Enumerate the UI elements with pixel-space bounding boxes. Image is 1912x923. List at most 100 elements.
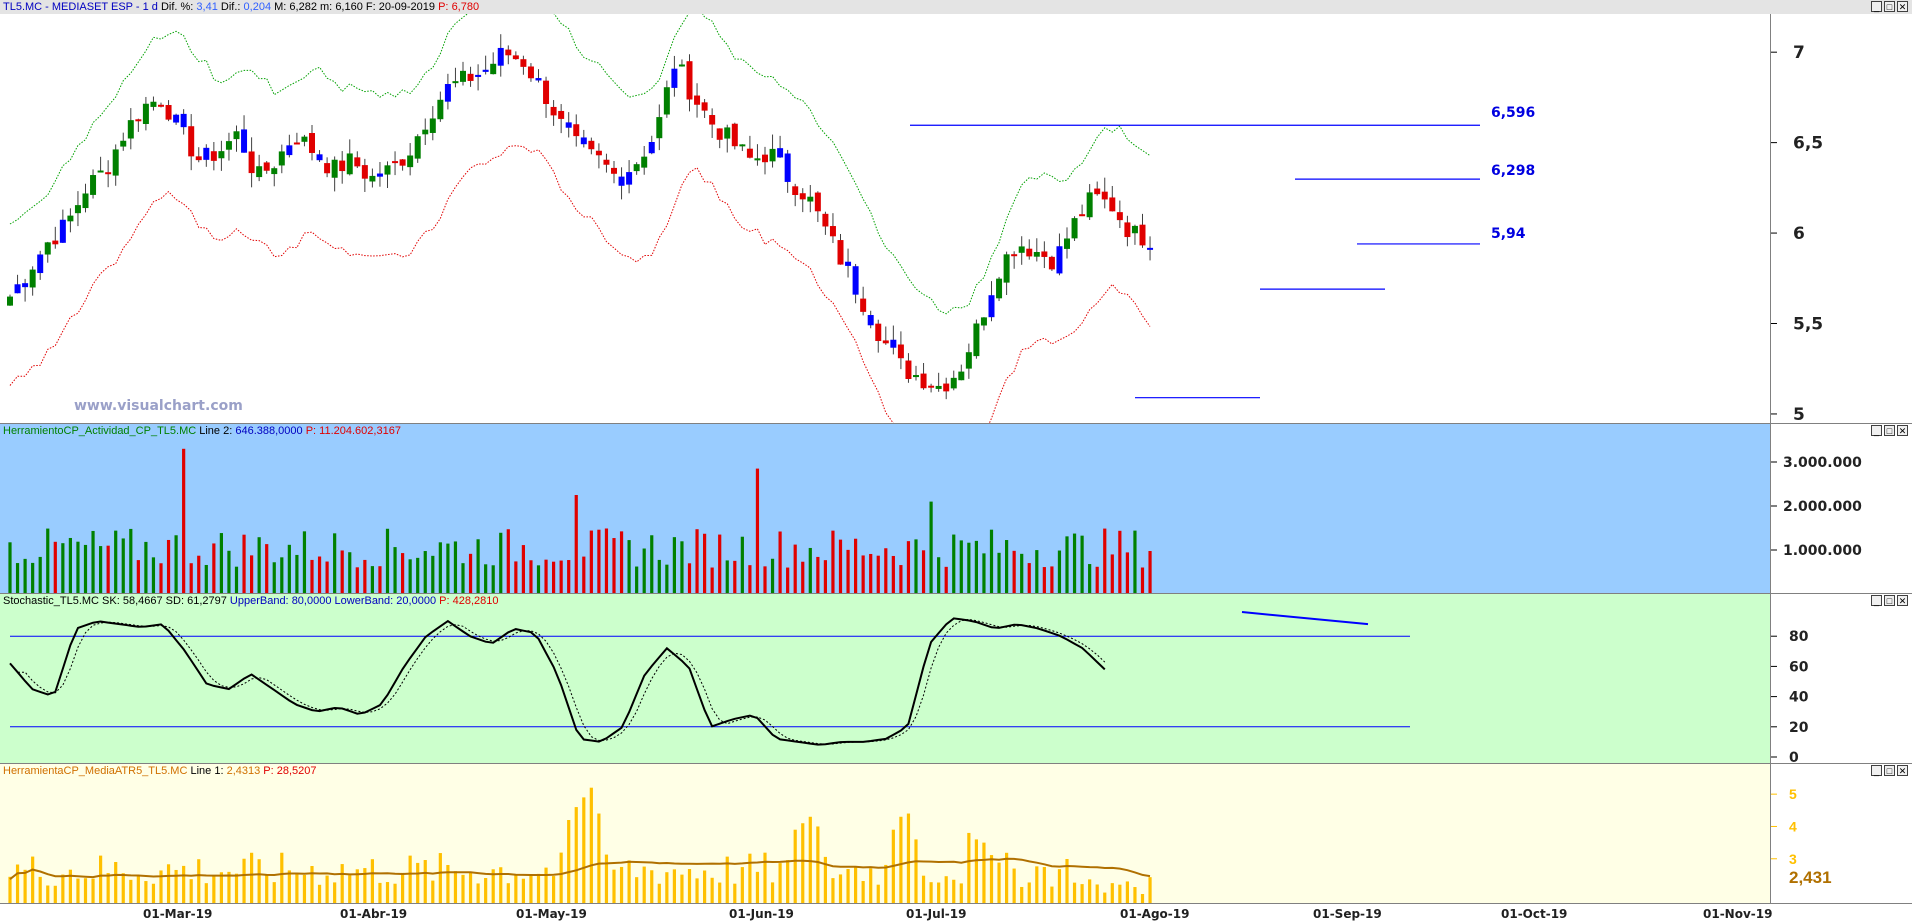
- atr-bar: [295, 874, 299, 904]
- atr-bar: [861, 880, 865, 904]
- activity-p-value: 11.204.602,3167: [319, 425, 401, 437]
- volume-bar: [197, 555, 201, 594]
- atr-bar: [967, 832, 971, 904]
- maximize-button[interactable]: □: [1884, 595, 1895, 606]
- candle-body: [996, 278, 1003, 299]
- volume-bar: [899, 565, 903, 594]
- candle-body: [286, 145, 293, 156]
- atr-bar: [604, 854, 609, 904]
- atr-bar: [582, 797, 586, 904]
- volume-bar: [38, 556, 42, 594]
- candle-body: [460, 70, 466, 82]
- candle-body: [293, 142, 300, 145]
- atr-panel[interactable]: HerramientaCP_MediaATR5_TL5.MC Line 1: 2…: [0, 763, 1912, 904]
- price-value: 6,780: [451, 1, 480, 13]
- price-chart[interactable]: [0, 0, 1770, 423]
- atr-chart[interactable]: [0, 764, 1770, 904]
- atr-bar: [552, 876, 556, 904]
- atr-bar: [906, 813, 911, 904]
- maximize-button[interactable]: □: [1884, 425, 1895, 436]
- price-axis: 7 6,5 6 5,5 5: [1770, 0, 1912, 423]
- close-button[interactable]: ✕: [1897, 425, 1908, 436]
- candle-body: [1131, 225, 1138, 234]
- volume-bar: [385, 528, 390, 594]
- vol-tick-label: 3.000.000: [1783, 455, 1862, 471]
- atr-bar: [506, 883, 510, 904]
- atr-bar: [521, 878, 525, 904]
- atr-bar: [982, 842, 986, 904]
- candle-body: [1116, 212, 1123, 221]
- atr-bar: [484, 877, 488, 904]
- candle-body: [437, 99, 444, 120]
- atr-bar: [1020, 886, 1024, 904]
- activity-panel[interactable]: HerramientoCP_Actividad_CP_TL5.MC Line 2…: [0, 423, 1912, 594]
- candle-body: [875, 323, 882, 341]
- candle-body: [595, 150, 602, 156]
- atr-bar: [672, 869, 676, 904]
- maximize-button[interactable]: □: [1884, 765, 1895, 776]
- date-tick: 01-Abr-19: [340, 907, 408, 921]
- minimize-button[interactable]: _: [1871, 1, 1882, 12]
- volume-bar: [1005, 540, 1009, 594]
- atr-bar: [650, 870, 654, 904]
- atr-bar: [914, 839, 918, 904]
- activity-chart[interactable]: [0, 424, 1770, 594]
- volume-bar: [121, 538, 125, 594]
- volume-bar: [1020, 553, 1024, 594]
- volume-bar: [544, 559, 548, 594]
- atr-bar: [733, 883, 737, 904]
- atr-bar: [453, 871, 458, 904]
- minimize-button[interactable]: _: [1871, 765, 1882, 776]
- candle-body: [173, 114, 180, 123]
- close-button[interactable]: ✕: [1897, 595, 1908, 606]
- candle-body: [1101, 191, 1108, 200]
- minimize-button[interactable]: _: [1871, 595, 1882, 606]
- volume-bar: [589, 530, 593, 594]
- volume-bar: [310, 559, 314, 594]
- candle-body: [678, 64, 685, 67]
- atr-bar: [1125, 881, 1129, 904]
- date-tick: 01-Mar-19: [143, 907, 213, 921]
- volume-bar: [1080, 535, 1084, 594]
- atr-bar: [619, 866, 624, 904]
- candle-body: [301, 136, 308, 142]
- date-value: 20-09-2019: [378, 1, 436, 13]
- candle-body: [1048, 256, 1055, 270]
- maximize-button[interactable]: □: [1884, 1, 1895, 12]
- volume-bar: [514, 561, 518, 594]
- volume-bar: [280, 557, 284, 594]
- volume-bar: [401, 553, 405, 594]
- volume-bar: [552, 561, 556, 594]
- atr-bar: [257, 859, 261, 904]
- candle-body: [475, 74, 482, 77]
- candle-body: [361, 165, 368, 179]
- stochastic-panel[interactable]: Stochastic_TL5.MC SK: 58,4667 SD: 61,279…: [0, 593, 1912, 764]
- atr-bar: [287, 870, 291, 904]
- close-button[interactable]: ✕: [1897, 765, 1908, 776]
- candle-body: [867, 315, 874, 326]
- atr-bar: [348, 875, 352, 904]
- volume-bar: [446, 543, 450, 594]
- atr-bar: [544, 867, 548, 904]
- volume-bar: [1110, 554, 1114, 594]
- candle-body: [324, 163, 331, 174]
- stochastic-chart[interactable]: [0, 594, 1770, 764]
- candle-body: [807, 196, 814, 202]
- candle-body: [14, 284, 21, 294]
- candle-body: [278, 151, 285, 166]
- volume-bar: [136, 560, 140, 594]
- volume-bar: [672, 537, 676, 594]
- candle-body: [158, 104, 164, 107]
- atr-bar: [703, 870, 707, 904]
- stoch-sk-label: SK:: [102, 595, 120, 607]
- close-button[interactable]: ✕: [1897, 1, 1908, 12]
- price-panel[interactable]: TL5.MC - MEDIASET ESP - 1 d Dif. %: 3,41…: [0, 0, 1912, 423]
- candle-body: [1064, 238, 1070, 249]
- minimize-button[interactable]: _: [1871, 425, 1882, 436]
- stochastic-panel-title: Stochastic_TL5.MC SK: 58,4667 SD: 61,279…: [0, 594, 498, 608]
- stochastic-window-buttons: _ □ ✕: [1871, 594, 1908, 608]
- atr-p-value: 28,5207: [276, 765, 317, 777]
- volume-bar: [974, 540, 978, 594]
- volume-bar: [348, 552, 352, 594]
- candle-body: [950, 377, 957, 389]
